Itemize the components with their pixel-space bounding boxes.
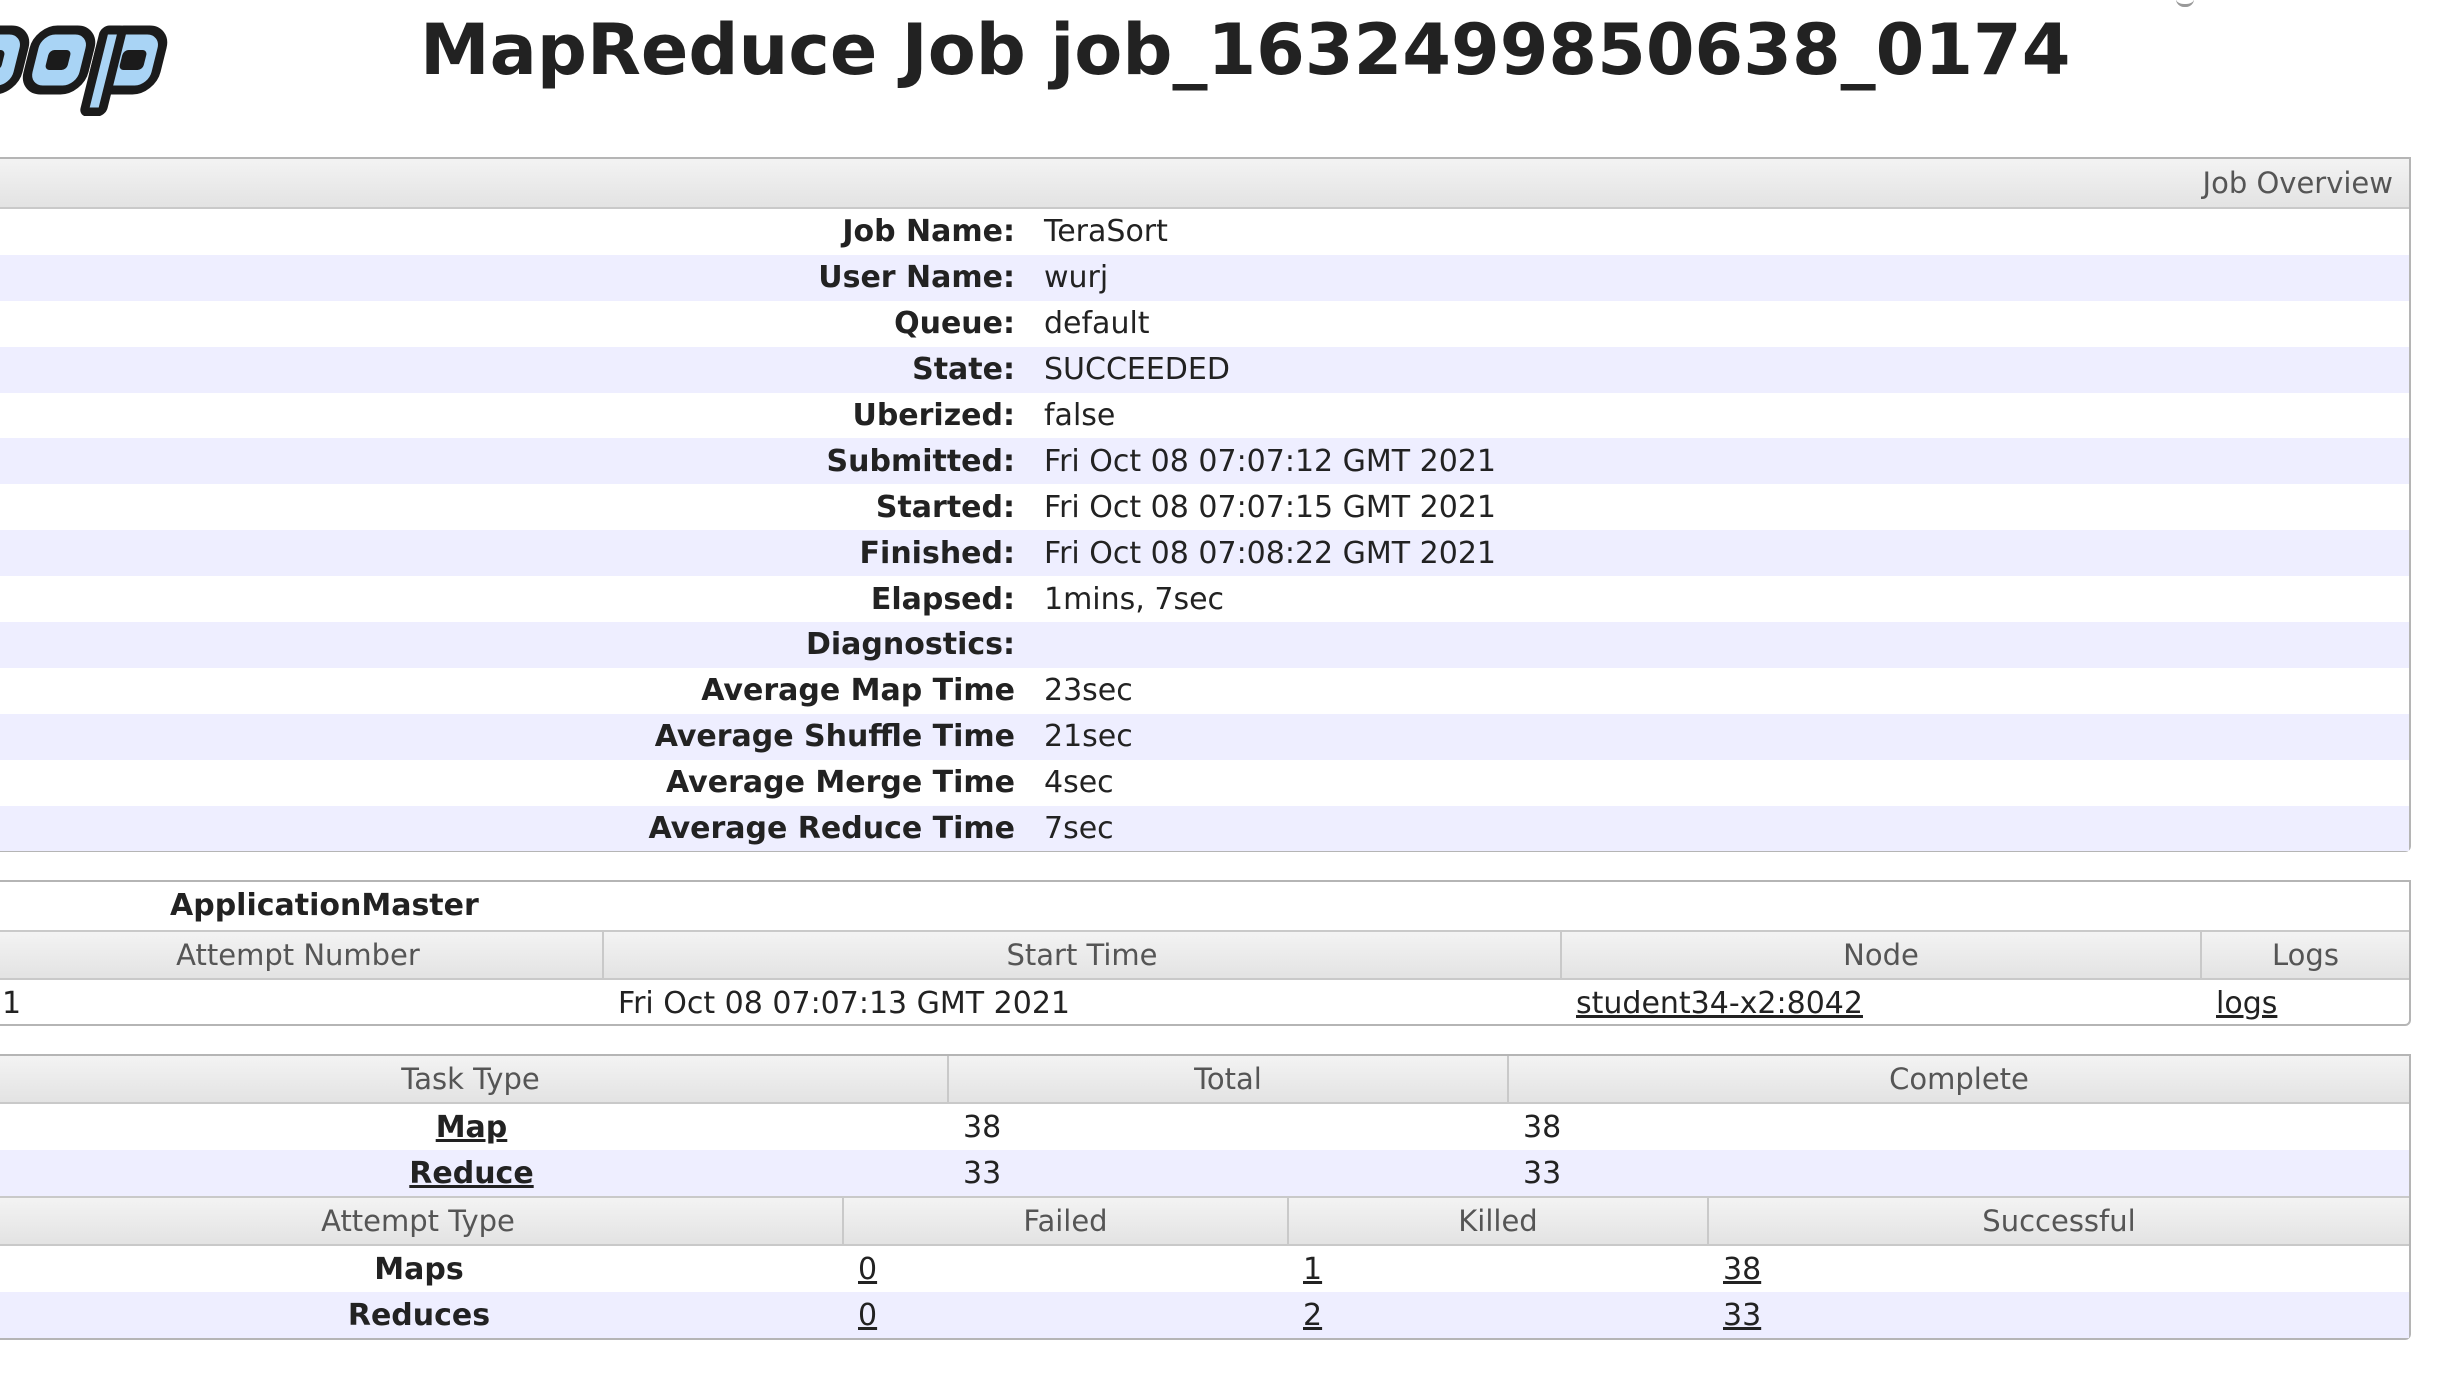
- overview-value: false: [1044, 398, 1116, 433]
- overview-row: Average Merge Time 4sec: [0, 760, 2409, 806]
- overview-value: default: [1044, 306, 1150, 342]
- column-header-killed[interactable]: Killed: [1289, 1198, 1709, 1244]
- task-type-link-reduce[interactable]: Reduce: [409, 1156, 533, 1191]
- overview-label: Uberized:: [852, 398, 1015, 433]
- successful-reduces-link[interactable]: 33: [1723, 1298, 1761, 1333]
- overview-label: Average Merge Time: [666, 765, 1015, 801]
- application-master-caption: ApplicationMaster: [170, 888, 479, 923]
- killed-cell: 1: [1289, 1252, 1709, 1287]
- overview-label: Started:: [875, 489, 1015, 525]
- successful-maps-link[interactable]: 38: [1723, 1252, 1761, 1287]
- column-header-successful[interactable]: Successful: [1709, 1198, 2409, 1244]
- failed-cell: 0: [844, 1252, 1289, 1287]
- overview-row: Finished: Fri Oct 08 07:08:22 GMT 2021: [0, 530, 2409, 577]
- attempt-number-cell: 1: [2, 985, 22, 1021]
- overview-value: SUCCEEDED: [1044, 352, 1230, 388]
- column-header-start-time[interactable]: Start Time: [604, 932, 1562, 978]
- table-row: Reduces 0 2 33: [0, 1292, 2409, 1338]
- column-header-attempt-type[interactable]: Attempt Type: [0, 1198, 844, 1244]
- overview-label: Job Name:: [842, 214, 1015, 250]
- node-link[interactable]: student34-x2:8042: [1576, 986, 1863, 1021]
- node-cell: student34-x2:8042: [1562, 986, 2202, 1021]
- overview-label: State:: [912, 352, 1015, 388]
- column-header-failed[interactable]: Failed: [844, 1198, 1289, 1244]
- overview-value: 4sec: [1044, 765, 1114, 801]
- failed-maps-link[interactable]: 0: [858, 1252, 877, 1287]
- overview-value: 7sec: [1044, 811, 1114, 847]
- killed-cell: 2: [1289, 1298, 1709, 1333]
- attempt-type-cell: Maps: [374, 1251, 464, 1287]
- overview-label: User Name:: [818, 260, 1015, 296]
- successful-cell: 33: [1709, 1298, 2409, 1333]
- logs-link[interactable]: logs: [2216, 986, 2277, 1021]
- overview-value: Fri Oct 08 07:07:12 GMT 2021: [1044, 443, 1497, 479]
- overview-value: wurj: [1044, 260, 1109, 296]
- overview-label: Diagnostics:: [806, 627, 1015, 663]
- task-type-cell: Reduce: [0, 1156, 949, 1191]
- overview-row: Average Shuffle Time 21sec: [0, 713, 2409, 760]
- overview-label: Submitted:: [826, 443, 1015, 479]
- overview-row: Job Name: TeraSort: [0, 209, 2409, 255]
- column-header-complete[interactable]: Complete: [1509, 1056, 2409, 1102]
- top-corner-mark: [2176, 0, 2194, 7]
- overview-label: Average Map Time: [701, 673, 1015, 709]
- task-complete-cell: 38: [1523, 1109, 1562, 1145]
- overview-row: Diagnostics:: [0, 622, 2409, 668]
- overview-row: Elapsed: 1mins, 7sec: [0, 576, 2409, 622]
- job-overview-heading[interactable]: Job Overview: [0, 159, 2409, 209]
- task-type-link-map[interactable]: Map: [436, 1110, 508, 1145]
- table-row: Maps 0 1 38: [0, 1246, 2409, 1292]
- overview-row: Average Reduce Time 7sec: [0, 805, 2409, 852]
- overview-label: Finished:: [859, 535, 1015, 571]
- task-total-cell: 33: [963, 1155, 1002, 1191]
- application-master-header: Attempt Number Start Time Node Logs: [0, 930, 2409, 980]
- tasks-panel: Task Type Total Complete Map 38 38 Reduc…: [0, 1054, 2411, 1340]
- hadoop-logo[interactable]: [0, 0, 222, 116]
- column-header-total[interactable]: Total: [949, 1056, 1509, 1102]
- overview-label: Average Reduce Time: [648, 811, 1015, 847]
- overview-row: State: SUCCEEDED: [0, 346, 2409, 393]
- overview-value: 1mins, 7sec: [1044, 581, 1225, 617]
- overview-label: Queue:: [894, 306, 1015, 342]
- table-row: Map 38 38: [0, 1104, 2409, 1150]
- overview-row: Started: Fri Oct 08 07:07:15 GMT 2021: [0, 484, 2409, 530]
- column-header-node[interactable]: Node: [1562, 932, 2202, 978]
- table-row: Reduce 33 33: [0, 1150, 2409, 1196]
- table-row: 1 Fri Oct 08 07:07:13 GMT 2021 student34…: [0, 980, 2409, 1026]
- overview-label: Elapsed:: [870, 581, 1015, 617]
- overview-row: Submitted: Fri Oct 08 07:07:12 GMT 2021: [0, 438, 2409, 485]
- failed-reduces-link[interactable]: 0: [858, 1298, 877, 1333]
- column-header-attempt-number[interactable]: Attempt Number: [0, 932, 604, 978]
- overview-row: Average Map Time 23sec: [0, 668, 2409, 714]
- page-title: MapReduce Job job_1632499850638_0174: [420, 9, 2071, 91]
- attempt-type-header: Attempt Type Failed Killed Successful: [0, 1196, 2409, 1246]
- task-type-cell: Map: [0, 1110, 949, 1145]
- task-total-cell: 38: [963, 1109, 1002, 1145]
- start-time-cell: Fri Oct 08 07:07:13 GMT 2021: [618, 985, 1071, 1021]
- overview-row: Queue: default: [0, 301, 2409, 347]
- column-header-logs[interactable]: Logs: [2202, 932, 2409, 978]
- overview-row: Uberized: false: [0, 393, 2409, 439]
- overview-value: 21sec: [1044, 719, 1133, 755]
- overview-value: 23sec: [1044, 673, 1133, 709]
- killed-reduces-link[interactable]: 2: [1303, 1298, 1322, 1333]
- overview-value: TeraSort: [1044, 214, 1168, 250]
- logs-cell: logs: [2202, 986, 2409, 1021]
- failed-cell: 0: [844, 1298, 1289, 1333]
- killed-maps-link[interactable]: 1: [1303, 1252, 1322, 1287]
- attempt-type-cell: Reduces: [347, 1297, 491, 1333]
- application-master-panel: ApplicationMaster Attempt Number Start T…: [0, 880, 2411, 1026]
- overview-row: User Name: wurj: [0, 254, 2409, 301]
- overview-value: Fri Oct 08 07:08:22 GMT 2021: [1044, 535, 1497, 571]
- overview-value: Fri Oct 08 07:07:15 GMT 2021: [1044, 489, 1497, 525]
- task-type-header: Task Type Total Complete: [0, 1056, 2409, 1104]
- job-overview-panel: Job Overview Job Name: TeraSort User Nam…: [0, 157, 2411, 852]
- successful-cell: 38: [1709, 1252, 2409, 1287]
- column-header-task-type[interactable]: Task Type: [0, 1056, 949, 1102]
- task-complete-cell: 33: [1523, 1155, 1562, 1191]
- overview-label: Average Shuffle Time: [654, 719, 1015, 755]
